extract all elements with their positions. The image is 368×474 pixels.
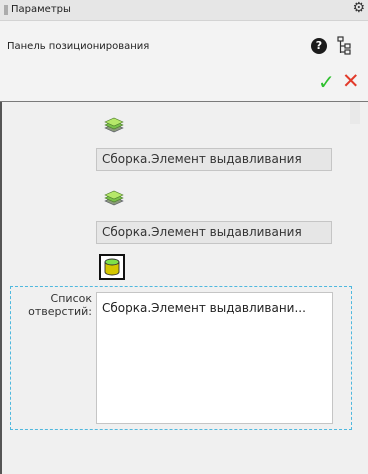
scroll-area bbox=[350, 102, 360, 124]
panel-header: Панель позиционирования ? ✓ ✕ bbox=[0, 21, 368, 102]
gear-icon[interactable]: ⚙ bbox=[352, 1, 365, 15]
panel-subtitle: Панель позиционирования bbox=[7, 41, 150, 52]
cylinder-select-button[interactable] bbox=[99, 254, 125, 280]
feature-stack-icon bbox=[104, 117, 124, 133]
cancel-button[interactable]: ✕ bbox=[342, 71, 360, 92]
drag-grip-icon[interactable] bbox=[4, 5, 8, 15]
cylinder-select-icon bbox=[104, 258, 120, 276]
help-icon[interactable]: ? bbox=[311, 38, 327, 54]
positioning-panel: Параметры ⚙ Панель позиционирования ? ✓ … bbox=[0, 0, 368, 474]
panel-left-edge bbox=[0, 102, 2, 474]
ok-button[interactable]: ✓ bbox=[318, 72, 335, 92]
panel-title: Параметры bbox=[11, 4, 71, 15]
holes-list-label: Список отверстий: bbox=[28, 292, 92, 318]
selection-field-2[interactable]: Сборка.Элемент выдавливания bbox=[96, 221, 332, 244]
panel-titlebar[interactable]: Параметры ⚙ bbox=[0, 0, 368, 21]
tree-structure-icon[interactable] bbox=[336, 36, 352, 56]
list-item[interactable]: Сборка.Элемент выдавливани... bbox=[102, 301, 328, 315]
selection-field-1[interactable]: Сборка.Элемент выдавливания bbox=[96, 148, 332, 171]
holes-listbox[interactable]: Сборка.Элемент выдавливани... bbox=[96, 292, 333, 424]
feature-stack-icon bbox=[104, 190, 124, 206]
